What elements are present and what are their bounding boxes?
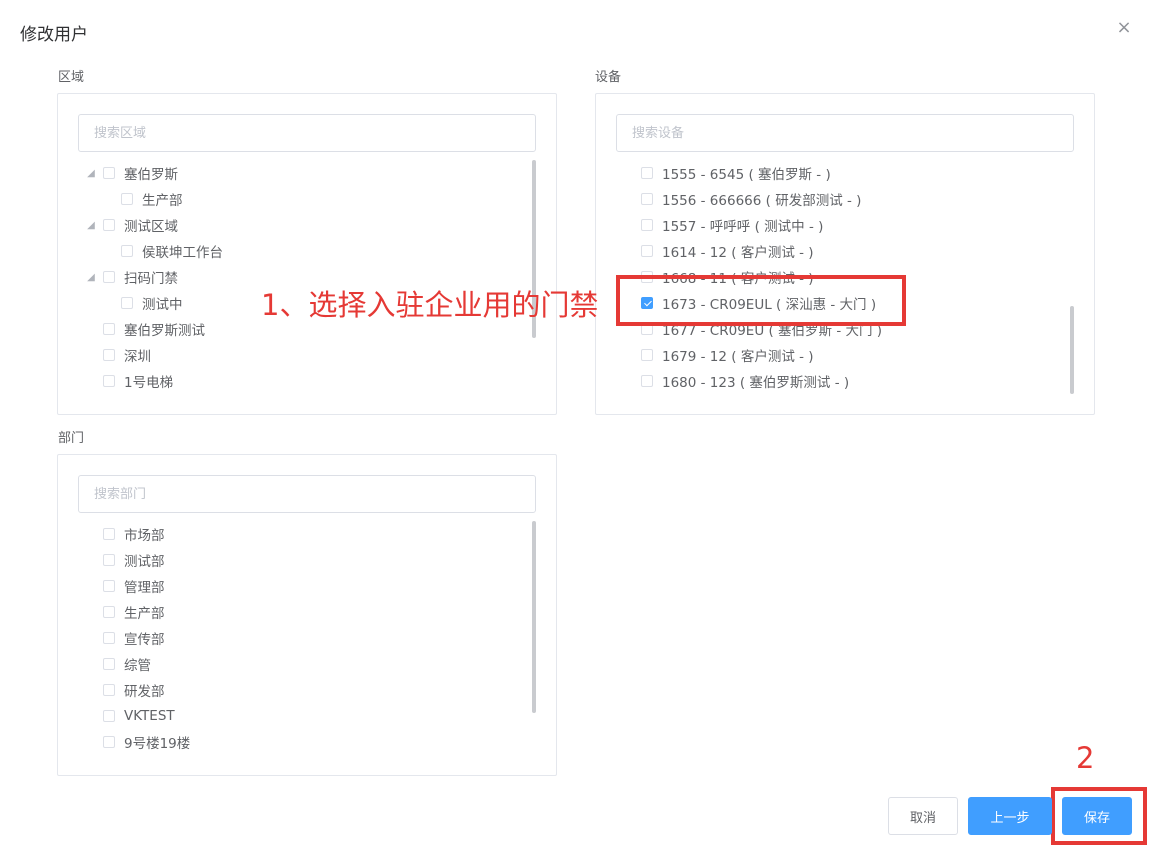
region-tree: ◢ 塞伯罗斯生产部 ◢ 测试区域侯联坤工作台 ◢ 扫码门禁测试中塞伯罗斯测试 深圳 1号电梯 [58, 160, 556, 400]
checkbox[interactable] [641, 167, 653, 179]
department-item[interactable]: 综管 [103, 651, 151, 677]
expand-arrow-icon[interactable]: ◢ [86, 272, 96, 283]
region-item-label: 1号电梯 [124, 375, 174, 391]
checkbox[interactable] [121, 245, 133, 257]
department-item-label: 市场部 [124, 528, 165, 544]
region-panel: ◢ 塞伯罗斯生产部 ◢ 测试区域侯联坤工作台 ◢ 扫码门禁测试中塞伯罗斯测试深圳 1号电梯 [57, 93, 557, 415]
device-item[interactable]: 1614 - 12 ( 客户测试 - ) [641, 238, 814, 264]
checkbox[interactable] [103, 219, 115, 231]
checkbox[interactable] [103, 710, 115, 722]
dialog: 修改用户 × 区域 ◢ 塞伯罗斯生产部 ◢ 测试区域侯联坤工作台 ◢ 扫码门禁测试中塞伯罗… [0, 0, 1151, 857]
device-item[interactable]: 1680 - 123 ( 塞伯罗斯测试 - ) [641, 368, 849, 394]
device-item[interactable]: 1556 - 666666 ( 研发部测试 - ) [641, 186, 861, 212]
department-item-label: 测试部 [124, 554, 165, 570]
region-item[interactable]: 生产部 [104, 186, 183, 212]
device-item-label: 1557 - 呼呼呼 ( 测试中 - ) [662, 219, 824, 235]
department-item-label: 9号楼19楼 [124, 736, 191, 752]
checkbox[interactable] [121, 297, 133, 309]
device-item[interactable]: 1557 - 呼呼呼 ( 测试中 - ) [641, 212, 823, 238]
checkbox[interactable] [103, 528, 115, 540]
prev-step-button[interactable]: 上一步 [968, 797, 1052, 835]
device-item-label: 1556 - 666666 ( 研发部测试 - ) [662, 193, 862, 209]
department-item-label: 管理部 [124, 580, 165, 596]
department-panel: 市场部测试部管理部生产部宣传部综管研发部 VKTEST 9号楼19楼 [57, 454, 557, 776]
save-button[interactable]: 保存 [1062, 797, 1132, 835]
department-item[interactable]: 测试部 [103, 547, 165, 573]
region-item-label: 测试区域 [124, 219, 178, 235]
device-item[interactable]: 1555 - 6545 ( 塞伯罗斯 - ) [641, 160, 831, 186]
checkbox[interactable] [121, 193, 133, 205]
dialog-title: 修改用户 [20, 25, 88, 45]
department-item[interactable]: 生产部 [103, 599, 165, 625]
checkbox[interactable] [103, 658, 115, 670]
checkbox[interactable] [103, 271, 115, 283]
checkbox[interactable] [641, 219, 653, 231]
region-item[interactable]: 塞伯罗斯测试 [86, 316, 205, 342]
department-item[interactable]: 市场部 [103, 521, 165, 547]
region-item[interactable]: ◢ 塞伯罗斯 [86, 160, 178, 186]
device-scrollbar[interactable] [1070, 306, 1074, 394]
region-item-label: 生产部 [142, 193, 183, 209]
department-item-label: 综管 [124, 658, 151, 674]
department-list: 市场部测试部管理部生产部宣传部综管研发部 VKTEST 9号楼19楼 [58, 521, 556, 761]
checkbox[interactable] [103, 684, 115, 696]
region-search-input[interactable] [78, 114, 536, 152]
region-item[interactable]: 1号电梯 [86, 368, 173, 394]
department-search-input[interactable] [78, 475, 536, 513]
checkbox[interactable] [103, 606, 115, 618]
region-item-label: 测试中 [142, 297, 183, 313]
annotation-step2: 2 [1076, 741, 1095, 775]
department-item[interactable]: 管理部 [103, 573, 165, 599]
annotation-highlight-device [616, 275, 906, 326]
region-item[interactable]: ◢ 扫码门禁 [86, 264, 178, 290]
checkbox[interactable] [641, 375, 653, 387]
device-item-label: 1614 - 12 ( 客户测试 - ) [662, 245, 814, 261]
department-item[interactable]: 研发部 [103, 677, 165, 703]
expand-arrow-icon[interactable]: ◢ [86, 220, 96, 231]
checkbox[interactable] [103, 554, 115, 566]
department-label: 部门 [58, 431, 85, 446]
region-item[interactable]: 侯联坤工作台 [104, 238, 223, 264]
department-item-label: 研发部 [124, 684, 165, 700]
region-label: 区域 [58, 70, 85, 85]
region-item-label: 侯联坤工作台 [142, 245, 223, 261]
checkbox[interactable] [641, 245, 653, 257]
region-item-label: 塞伯罗斯测试 [124, 323, 205, 339]
checkbox[interactable] [103, 736, 115, 748]
checkbox[interactable] [103, 349, 115, 361]
device-item[interactable]: 1679 - 12 ( 客户测试 - ) [641, 342, 814, 368]
annotation-step1: 1、选择入驻企业用的门禁 [261, 288, 599, 322]
region-item[interactable]: 测试中 [104, 290, 183, 316]
checkbox[interactable] [641, 349, 653, 361]
region-item-label: 塞伯罗斯 [124, 167, 178, 183]
department-item-label: 生产部 [124, 606, 165, 622]
department-item[interactable]: 9号楼19楼 [103, 729, 190, 755]
cancel-button[interactable]: 取消 [888, 797, 958, 835]
checkbox[interactable] [103, 323, 115, 335]
device-item-label: 1555 - 6545 ( 塞伯罗斯 - ) [662, 167, 831, 183]
department-item-label: VKTEST [124, 708, 175, 724]
department-item[interactable]: 宣传部 [103, 625, 165, 651]
device-label: 设备 [595, 70, 622, 85]
checkbox[interactable] [103, 167, 115, 179]
checkbox[interactable] [103, 580, 115, 592]
device-panel: 1555 - 6545 ( 塞伯罗斯 - ) 1556 - 666666 ( 研发… [595, 93, 1095, 415]
device-item-label: 1680 - 123 ( 塞伯罗斯测试 - ) [662, 375, 850, 391]
expand-arrow-icon[interactable]: ◢ [86, 168, 96, 179]
region-item[interactable]: ◢ 测试区域 [86, 212, 178, 238]
checkbox[interactable] [103, 632, 115, 644]
region-item-label: 扫码门禁 [124, 271, 178, 287]
device-item-label: 1679 - 12 ( 客户测试 - ) [662, 349, 814, 365]
region-item[interactable]: 深圳 [86, 342, 151, 368]
device-search-input[interactable] [616, 114, 1074, 152]
department-item-label: 宣传部 [124, 632, 165, 648]
department-item[interactable]: VKTEST [103, 703, 175, 729]
department-scrollbar[interactable] [532, 521, 536, 713]
region-item-label: 深圳 [124, 349, 151, 365]
checkbox[interactable] [103, 375, 115, 387]
close-icon[interactable]: × [1114, 18, 1134, 38]
checkbox[interactable] [641, 193, 653, 205]
